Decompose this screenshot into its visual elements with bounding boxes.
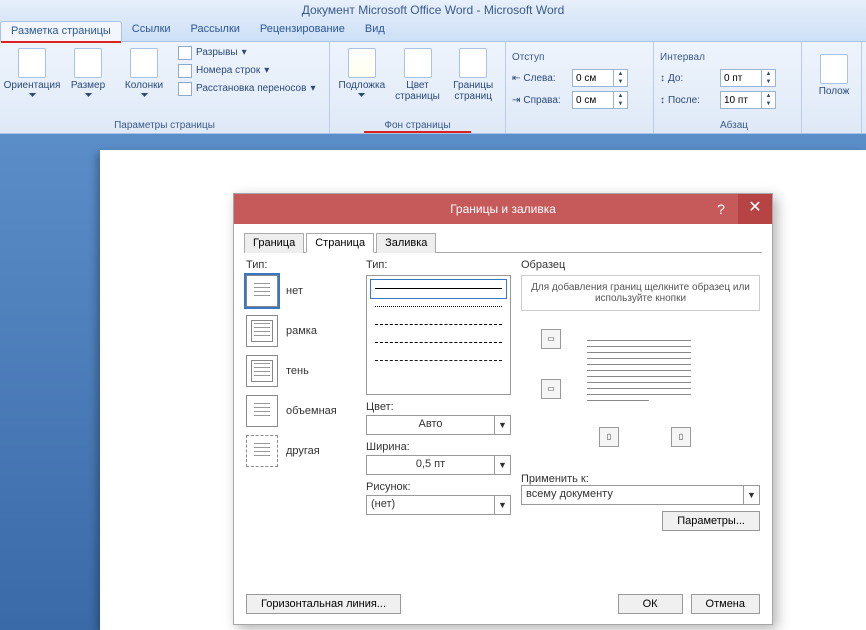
chevron-down-icon[interactable]: ▼ — [494, 496, 510, 514]
linenum-icon — [178, 64, 192, 78]
spacing-after-input[interactable]: ▲▼ — [720, 91, 776, 109]
hyphen-icon — [178, 82, 192, 96]
orientation-button[interactable]: Ориентация — [6, 44, 58, 97]
border-right-toggle[interactable]: ▯ — [671, 427, 691, 447]
page-color-button[interactable]: Цвет страницы — [392, 44, 444, 102]
border-bottom-toggle[interactable]: ▭ — [541, 379, 561, 399]
line-dotted[interactable] — [371, 298, 506, 316]
columns-button[interactable]: Колонки — [118, 44, 170, 97]
color-combo[interactable]: Авто▼ — [366, 415, 511, 435]
dtab-border[interactable]: Граница — [244, 233, 304, 253]
tab-review[interactable]: Рецензирование — [250, 20, 355, 41]
type-3d-icon — [246, 395, 278, 427]
page-icon — [74, 48, 102, 78]
help-button[interactable]: ? — [706, 194, 736, 224]
page-borders-button[interactable]: Границы страниц — [447, 44, 499, 102]
art-label: Рисунок: — [366, 481, 511, 493]
borders-shading-dialog: Границы и заливка ? ✕ Граница Страница З… — [233, 193, 773, 625]
type-custom[interactable]: другая — [246, 435, 356, 467]
color-label: Цвет: — [366, 401, 511, 413]
width-combo[interactable]: 0,5 пт▼ — [366, 455, 511, 475]
ribbon: Ориентация Размер Колонки Разрывы ▾ Номе… — [0, 42, 866, 134]
spacing-before-input[interactable]: ▲▼ — [720, 69, 776, 87]
group-page-setup: Параметры страницы — [6, 118, 323, 133]
spacing-after-icon: ↕ — [660, 95, 665, 106]
position-icon — [820, 54, 848, 84]
chevron-down-icon[interactable]: ▼ — [494, 416, 510, 434]
border-icon — [459, 48, 487, 78]
breaks-icon — [178, 46, 192, 60]
tab-references[interactable]: Ссылки — [122, 20, 181, 41]
spacing-header: Интервал — [660, 52, 795, 65]
options-button[interactable]: Параметры... — [662, 511, 760, 531]
preview-header: Образец — [521, 259, 760, 271]
horizontal-line-button[interactable]: Горизонтальная линия... — [246, 594, 401, 614]
type-shadow[interactable]: тень — [246, 355, 356, 387]
hyphenation-button[interactable]: Расстановка переносов ▾ — [178, 82, 315, 96]
spacing-before-icon: ↕ — [660, 73, 665, 84]
dialog-titlebar[interactable]: Границы и заливка ? ✕ — [234, 194, 772, 224]
columns-icon — [130, 48, 158, 78]
apply-to-combo[interactable]: всему документу▼ — [521, 485, 760, 505]
preview-document[interactable] — [579, 327, 699, 411]
bucket-icon — [404, 48, 432, 78]
app-title-bar: Документ Microsoft Office Word - Microso… — [0, 0, 866, 20]
watermark-button[interactable]: Подложка — [336, 44, 388, 102]
line-style-header: Тип: — [366, 259, 511, 271]
type-3d[interactable]: объемная — [246, 395, 356, 427]
dtab-page[interactable]: Страница — [306, 233, 374, 253]
art-combo[interactable]: (нет)▼ — [366, 495, 511, 515]
tab-page-layout[interactable]: Разметка страницы — [0, 21, 122, 42]
dtab-fill[interactable]: Заливка — [376, 233, 436, 253]
page-icon — [18, 48, 46, 78]
line-style-list[interactable] — [366, 275, 511, 395]
indent-left-icon: ⇤ — [512, 73, 520, 84]
chevron-down-icon[interactable]: ▼ — [743, 486, 759, 504]
border-top-toggle[interactable]: ▭ — [541, 329, 561, 349]
tab-mailings[interactable]: Рассылки — [181, 20, 250, 41]
indent-header: Отступ — [512, 52, 647, 65]
close-button[interactable]: ✕ — [738, 194, 772, 224]
line-dash2[interactable] — [371, 334, 506, 352]
cancel-button[interactable]: Отмена — [691, 594, 760, 614]
dialog-tabs: Граница Страница Заливка — [244, 232, 762, 253]
preview-hint: Для добавления границ щелкните образец и… — [521, 275, 760, 311]
type-box-icon — [246, 315, 278, 347]
indent-right-icon: ⇥ — [512, 95, 520, 106]
tab-view[interactable]: Вид — [355, 20, 395, 41]
apply-to-label: Применить к: — [521, 473, 589, 485]
indent-right-input[interactable]: ▲▼ — [572, 91, 628, 109]
group-paragraph: Абзац — [586, 118, 866, 133]
indent-left-input[interactable]: ▲▼ — [572, 69, 628, 87]
width-label: Ширина: — [366, 441, 511, 453]
line-solid[interactable] — [371, 280, 506, 298]
size-button[interactable]: Размер — [62, 44, 114, 97]
type-shadow-icon — [246, 355, 278, 387]
type-none[interactable]: нет — [246, 275, 356, 307]
group-page-background: Фон страницы — [336, 118, 499, 133]
dialog-title-text: Границы и заливка — [450, 202, 556, 216]
line-numbers-button[interactable]: Номера строк ▾ — [178, 64, 315, 78]
preview-area: ▭ ▭ ▯ ▯ — [521, 319, 760, 469]
position-button[interactable]: Полож — [808, 50, 860, 97]
ribbon-tabs: Разметка страницы Ссылки Рассылки Реценз… — [0, 20, 866, 42]
type-header: Тип: — [246, 259, 356, 271]
breaks-button[interactable]: Разрывы ▾ — [178, 46, 315, 60]
line-dashed[interactable] — [371, 316, 506, 334]
chevron-down-icon[interactable]: ▼ — [494, 456, 510, 474]
line-dashdot[interactable] — [371, 352, 506, 370]
watermark-icon — [348, 48, 376, 78]
type-none-icon — [246, 275, 278, 307]
border-left-toggle[interactable]: ▯ — [599, 427, 619, 447]
type-box[interactable]: рамка — [246, 315, 356, 347]
type-custom-icon — [246, 435, 278, 467]
ok-button[interactable]: ОК — [618, 594, 683, 614]
